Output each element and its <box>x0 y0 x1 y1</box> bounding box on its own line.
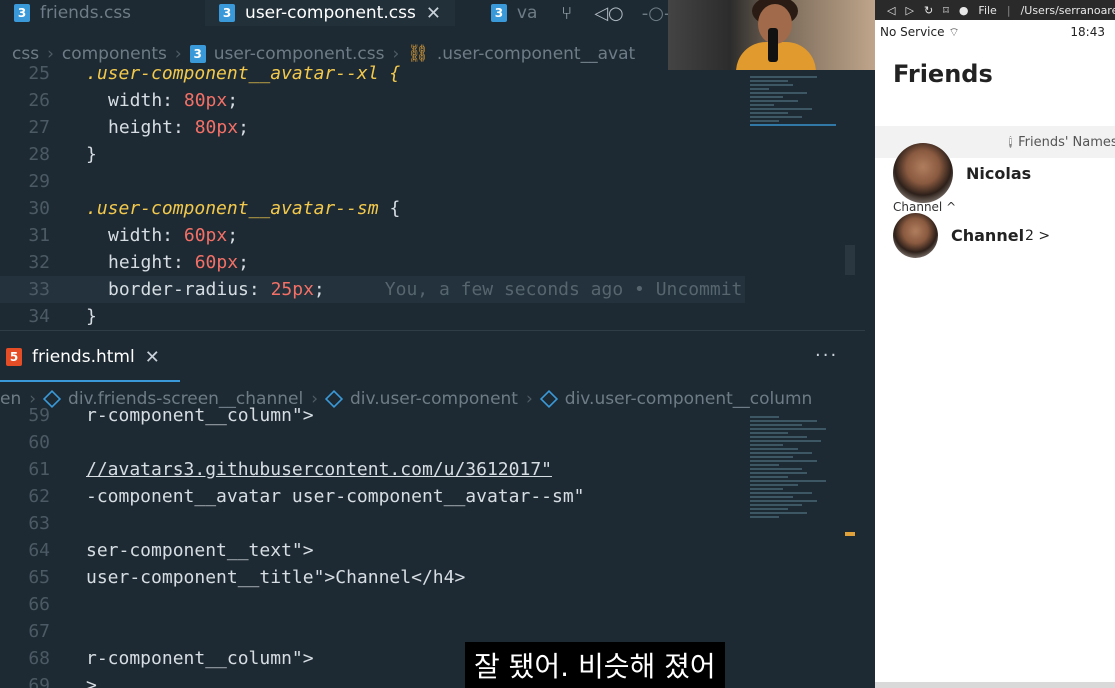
tab-va[interactable]: 3 va <box>477 0 551 26</box>
simulator-bottom-bar <box>875 682 1115 688</box>
minimap[interactable] <box>750 74 845 128</box>
code-line: 26 width: 80px; <box>28 90 239 111</box>
code-line-current: 33 border-radius: 25px; You, a few seconds… <box>0 276 745 303</box>
git-blame-annotation: You, a few seconds ago • Uncommit <box>384 279 743 300</box>
scrollbar[interactable] <box>845 532 855 536</box>
reload-icon[interactable]: ↻ <box>924 4 933 17</box>
code-line: 30 .user-component__avatar--sm { <box>28 198 401 219</box>
tab-label: friends.css <box>40 3 132 23</box>
channel-row[interactable]: Channel 2 > <box>893 213 1050 258</box>
wifi-icon: ⌔ <box>948 24 960 39</box>
pane-divider[interactable] <box>0 330 865 331</box>
tab-friends-css[interactable]: 3 friends.css <box>0 0 145 26</box>
tab-label: friends.html <box>32 347 135 367</box>
code-line: 62 -component__avatar user-component__ava… <box>28 486 585 507</box>
channel-count: 2 > <box>1025 227 1051 244</box>
clock: 18:43 <box>1070 25 1105 39</box>
code-line: 31 width: 60px; <box>28 225 239 246</box>
address-bar[interactable]: /Users/serranoare <box>1021 4 1115 17</box>
active-tab-indicator <box>0 380 180 382</box>
webcam-overlay <box>668 0 875 70</box>
friend-name: Nicolas <box>966 163 1032 183</box>
bottom-tab-bar: 5 friends.html ✕ <box>0 344 174 370</box>
avatar <box>893 213 938 258</box>
close-tab-icon[interactable]: ✕ <box>145 347 160 368</box>
source-control-icon[interactable]: ⑂ <box>561 3 572 24</box>
page-title: Friends <box>893 60 993 88</box>
html-file-icon: 5 <box>6 348 22 366</box>
channel-section-label[interactable]: Channel ^ <box>893 200 956 214</box>
code-line: 28} <box>28 144 97 165</box>
code-line: 61//avatars3.githubusercontent.com/u/361… <box>28 459 552 480</box>
code-line: 32 height: 60px; <box>28 252 249 273</box>
carrier-label: No Service <box>880 24 945 39</box>
friends-names-label: Friends' Names <box>1018 134 1115 150</box>
more-actions-icon[interactable]: ··· <box>815 345 838 366</box>
file-label: File <box>978 3 997 17</box>
code-line: 65 user-component__title">Channel</h4> <box>28 567 466 588</box>
tab-user-component-css[interactable]: 3 user-component.css ✕ <box>205 0 455 26</box>
code-line: 64 ser-component__text"> <box>28 540 314 561</box>
tab-label: user-component.css <box>245 3 416 23</box>
back-icon[interactable]: ◁ <box>887 4 895 17</box>
css-code-area[interactable]: 25 .user-component__avatar--xl { 26 width:… <box>0 60 745 330</box>
css-file-icon: 3 <box>14 4 30 22</box>
scrollbar[interactable] <box>845 245 855 275</box>
top-tab-bar: 3 friends.css 3 user-component.css ✕ 3 v… <box>0 0 670 26</box>
info-icon: ● <box>958 3 969 17</box>
code-line: 59 r-component__column"> <box>28 405 314 426</box>
bookmark-icon[interactable]: ⌑ <box>943 4 949 17</box>
browser-toolbar: ◁ ▷ ↻ ⌑ ● File | /Users/serranoare <box>875 0 1115 20</box>
go-forward-icon[interactable]: -○- <box>642 3 671 24</box>
go-back-icon[interactable]: ◁○ <box>594 3 624 24</box>
status-bar: No Service ⌔ 18:43 <box>875 20 1115 44</box>
code-line: 67 <box>28 621 50 642</box>
avatar <box>893 143 953 203</box>
code-line: 34} <box>28 306 97 327</box>
code-line: 60 <box>28 432 50 453</box>
css-file-icon: 3 <box>490 4 507 22</box>
code-editor: 3 friends.css 3 user-component.css ✕ 3 v… <box>0 0 875 688</box>
code-line: 25 .user-component__avatar--xl { <box>28 63 401 84</box>
code-line: 27 height: 80px; <box>28 117 249 138</box>
forward-icon[interactable]: ▷ <box>905 4 913 17</box>
video-subtitle: 잘 됐어. 비슷해 졌어 <box>465 642 725 688</box>
code-line: 66 <box>28 594 50 615</box>
code-line: 63 <box>28 513 50 534</box>
code-line: 29 <box>28 171 50 192</box>
tab-label: va <box>516 3 538 23</box>
close-tab-icon[interactable]: ✕ <box>426 3 441 24</box>
ios-simulator: ◁ ▷ ↻ ⌑ ● File | /Users/serranoare No Se… <box>875 0 1115 688</box>
css-file-icon: 3 <box>219 4 236 22</box>
tab-friends-html[interactable]: 5 friends.html ✕ <box>0 344 174 370</box>
friend-row[interactable]: Nicolas <box>893 143 1031 203</box>
minimap[interactable] <box>750 414 845 520</box>
channel-name: Channel <box>951 226 1025 245</box>
